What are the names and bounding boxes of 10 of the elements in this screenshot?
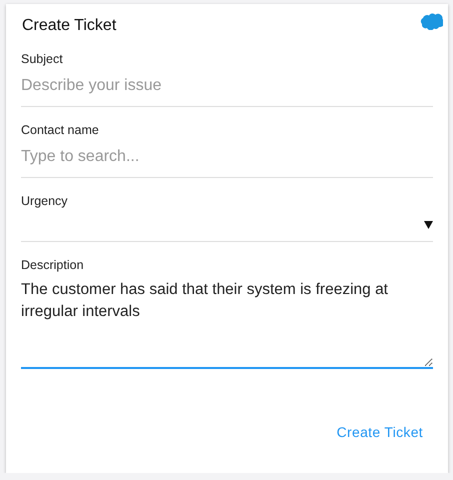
cloud-logo-icon [420, 13, 443, 30]
field-label: Urgency [21, 193, 69, 209]
form-title: Create Ticket [22, 16, 118, 36]
input-field[interactable]: Type to search... [21, 138, 433, 178]
text-area[interactable]: The customer has said that their system is freezing at irregular intervals [21, 273, 433, 369]
input-field[interactable]: Describe your issue [21, 67, 433, 107]
field-label: Contact name [21, 122, 100, 138]
field-label: Description [21, 257, 85, 273]
field-label: Subject [21, 51, 64, 67]
caret-icon [424, 221, 433, 229]
